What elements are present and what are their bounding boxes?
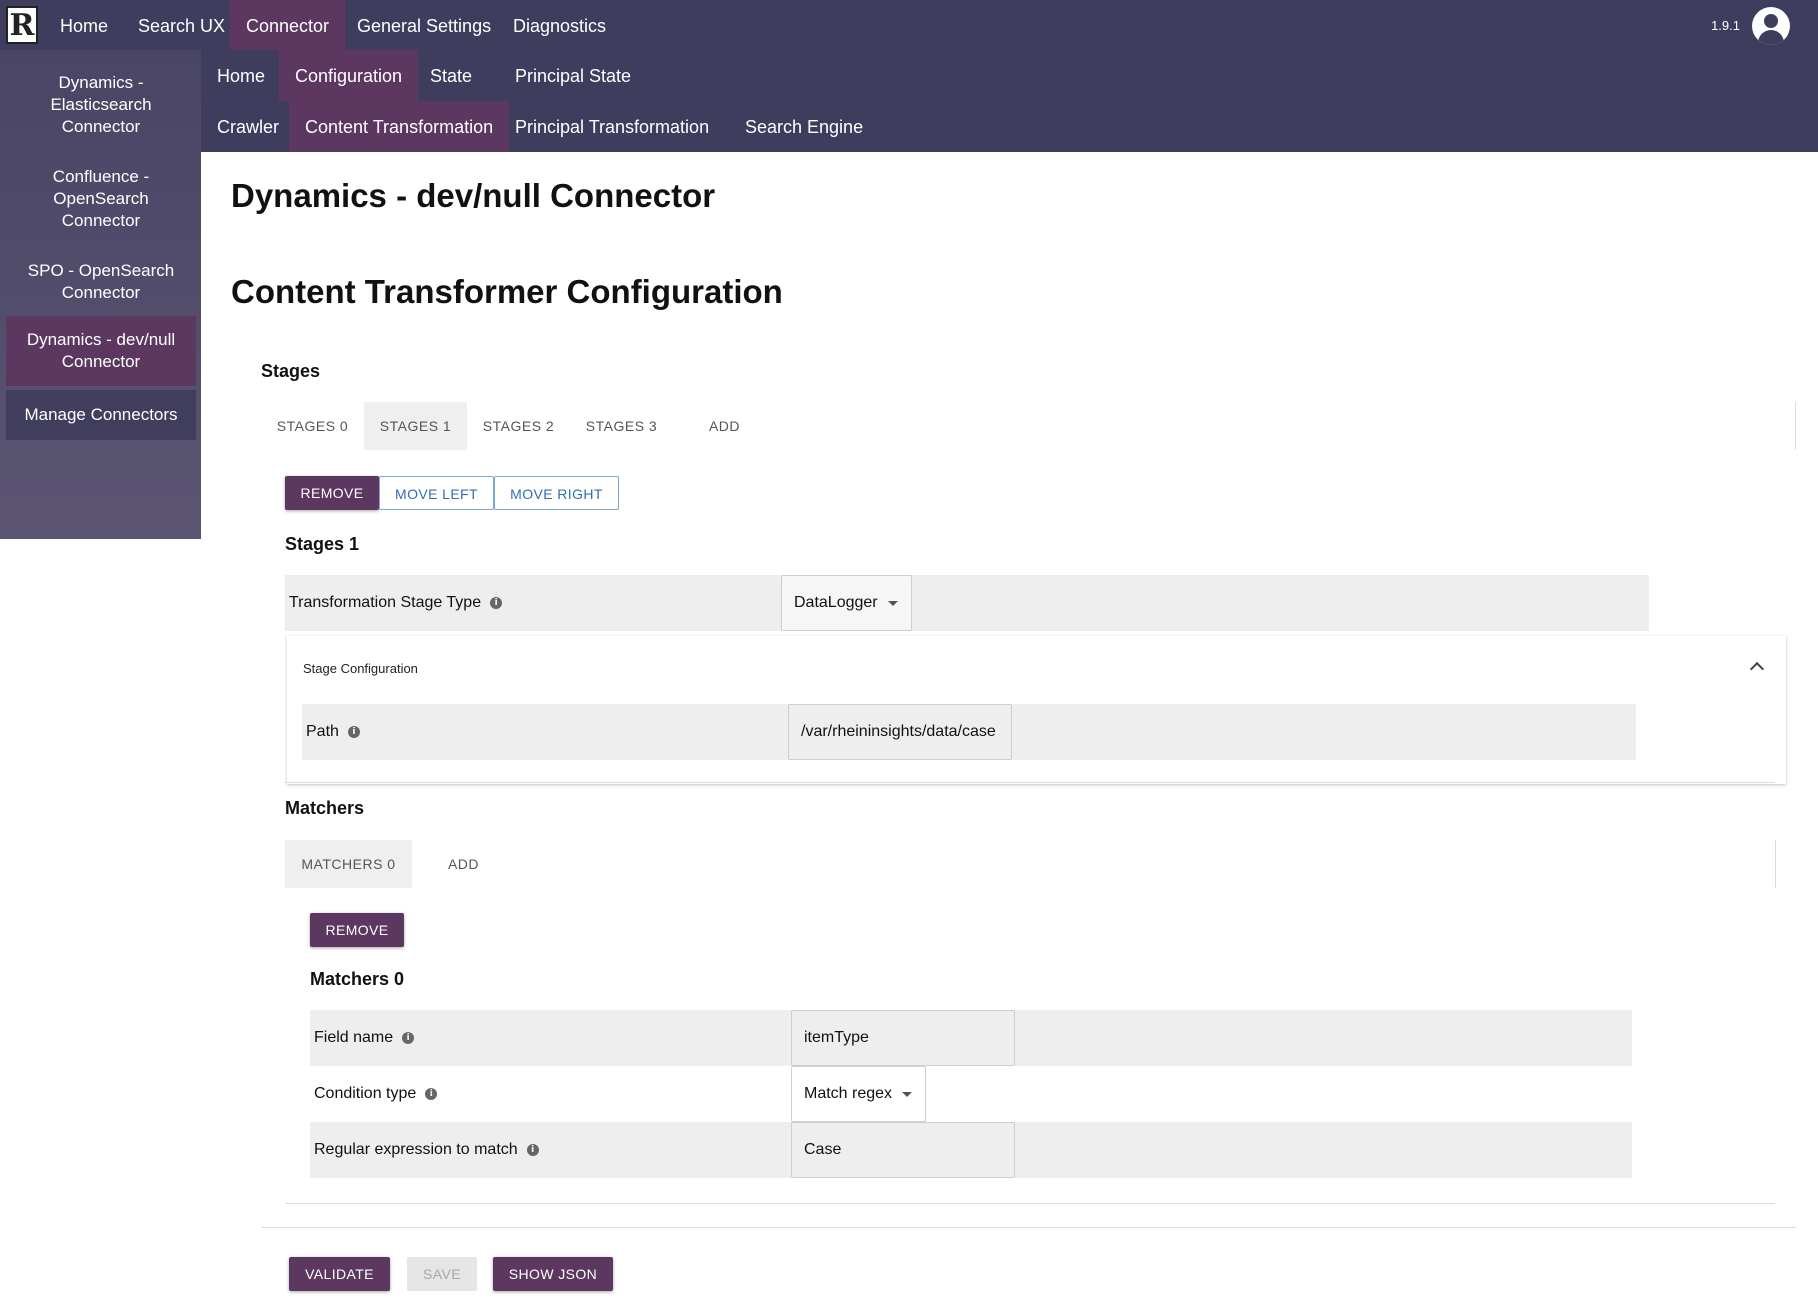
validate-button[interactable]: VALIDATE — [289, 1257, 390, 1291]
regex-label-text: Regular expression to match — [314, 1141, 518, 1158]
subnav-principal-state[interactable]: Principal State — [499, 50, 647, 101]
path-label-text: Path — [306, 723, 339, 740]
matchers-heading: Matchers — [285, 798, 365, 818]
condition-type-label: Condition type i — [314, 1066, 438, 1122]
regex-row: Regular expression to match i Case — [310, 1122, 1632, 1178]
matchers-tabs: MATCHERS 0 ADD — [285, 840, 1775, 888]
app-logo[interactable]: R — [6, 6, 38, 44]
sidebar: Dynamics - Elasticsearch Connector Confl… — [0, 50, 201, 539]
sidebar-item-confluence-opensearch[interactable]: Confluence - OpenSearch Connector — [6, 158, 196, 240]
stage-type-row: Transformation Stage Type i DataLogger — [285, 575, 1649, 631]
condition-type-value: Match regex — [804, 1085, 893, 1102]
stage-configuration-title[interactable]: Stage Configuration — [303, 661, 418, 676]
info-icon[interactable]: i — [425, 1088, 438, 1100]
stage-type-label: Transformation Stage Type i — [289, 575, 503, 631]
caret-down-icon — [887, 600, 898, 606]
top-bar: R Home Search UX Connector General Setti… — [0, 0, 1818, 152]
stage-type-label-text: Transformation Stage Type — [289, 594, 482, 611]
stages-heading: Stages — [261, 361, 321, 381]
tab-matchers-0[interactable]: MATCHERS 0 — [285, 840, 412, 888]
subnav-home[interactable]: Home — [201, 50, 281, 101]
sidebar-item-spo-opensearch[interactable]: SPO - OpenSearch Connector — [6, 252, 196, 312]
stage-configuration-panel: Stage Configuration Path i /var/rheinins… — [287, 636, 1786, 784]
page-title: Dynamics - dev/null Connector — [231, 177, 716, 214]
subnav-configuration[interactable]: Configuration — [279, 50, 419, 101]
info-icon[interactable]: i — [526, 1144, 539, 1156]
regex-input[interactable]: Case — [791, 1122, 1015, 1178]
stage-type-value: DataLogger — [794, 594, 878, 611]
main-nav: R Home Search UX Connector General Setti… — [0, 0, 1818, 50]
path-input[interactable]: /var/rheininsights/data/case — [788, 704, 1012, 760]
subnav-search-engine[interactable]: Search Engine — [729, 101, 879, 152]
chevron-up-icon[interactable] — [1749, 661, 1765, 677]
info-icon[interactable]: i — [402, 1032, 415, 1044]
account-icon[interactable] — [1752, 7, 1790, 45]
sidebar-item-dynamics-elasticsearch[interactable]: Dynamics - Elasticsearch Connector — [6, 64, 196, 146]
condition-type-row: Condition type i Match regex — [310, 1066, 1632, 1122]
info-icon[interactable]: i — [490, 597, 503, 609]
save-button[interactable]: SAVE — [407, 1257, 477, 1291]
subnav-crawler[interactable]: Crawler — [201, 101, 295, 152]
section-title: Content Transformer Configuration — [231, 273, 783, 310]
field-name-label-text: Field name — [314, 1029, 394, 1046]
path-row: Path i /var/rheininsights/data/case — [302, 704, 1636, 760]
matcher-0-heading: Matchers 0 — [310, 969, 405, 989]
field-name-label: Field name i — [314, 1010, 415, 1066]
form-bottom-divider — [261, 1227, 1796, 1228]
nav-home[interactable]: Home — [44, 0, 124, 50]
tab-stages-3[interactable]: STAGES 3 — [570, 402, 673, 450]
subnav-principal-transformation[interactable]: Principal Transformation — [499, 101, 725, 152]
sidebar-item-dynamics-devnull[interactable]: Dynamics - dev/null Connector — [6, 316, 196, 386]
move-left-button[interactable]: MOVE LEFT — [379, 476, 494, 510]
nav-diagnostics[interactable]: Diagnostics — [497, 0, 622, 50]
stages-tabs: STAGES 0 STAGES 1 STAGES 2 STAGES 3 ADD — [261, 402, 1796, 450]
caret-down-icon — [902, 1091, 913, 1097]
field-name-value: itemType — [804, 1029, 869, 1046]
regex-value: Case — [804, 1141, 842, 1158]
tab-stages-0[interactable]: STAGES 0 — [261, 402, 364, 450]
sidebar-item-manage-connectors[interactable]: Manage Connectors — [6, 390, 196, 440]
matchers-tabs-divider — [1775, 840, 1776, 888]
path-value: /var/rheininsights/data/case — [801, 723, 996, 740]
field-name-input[interactable]: itemType — [791, 1010, 1015, 1066]
tab-matchers-add[interactable]: ADD — [412, 840, 515, 888]
regex-label: Regular expression to match i — [314, 1122, 539, 1178]
path-label: Path i — [306, 704, 360, 760]
tabs-divider — [1795, 402, 1796, 450]
info-icon[interactable]: i — [347, 726, 360, 738]
show-json-button[interactable]: SHOW JSON — [493, 1257, 613, 1291]
version-label: 1.9.1 — [1711, 18, 1740, 33]
matchers-bottom-divider — [285, 1203, 1775, 1204]
nav-connector[interactable]: Connector — [230, 0, 346, 50]
stage-type-select[interactable]: DataLogger — [781, 575, 912, 631]
condition-type-label-text: Condition type — [314, 1085, 417, 1102]
subnav-content-transformation[interactable]: Content Transformation — [289, 101, 510, 152]
tab-stages-1[interactable]: STAGES 1 — [364, 402, 467, 450]
remove-matcher-button[interactable]: REMOVE — [310, 913, 404, 947]
tab-stages-2[interactable]: STAGES 2 — [467, 402, 570, 450]
stage-config-bottom-divider — [285, 782, 1775, 783]
tab-stages-add[interactable]: ADD — [673, 402, 776, 450]
stage-1-heading: Stages 1 — [285, 534, 360, 554]
remove-stage-button[interactable]: REMOVE — [285, 476, 379, 510]
move-right-button[interactable]: MOVE RIGHT — [494, 476, 619, 510]
nav-search-ux[interactable]: Search UX — [122, 0, 241, 50]
subnav-state[interactable]: State — [414, 50, 488, 101]
field-name-row: Field name i itemType — [310, 1010, 1632, 1066]
nav-general-settings[interactable]: General Settings — [341, 0, 507, 50]
condition-type-select[interactable]: Match regex — [791, 1066, 926, 1122]
